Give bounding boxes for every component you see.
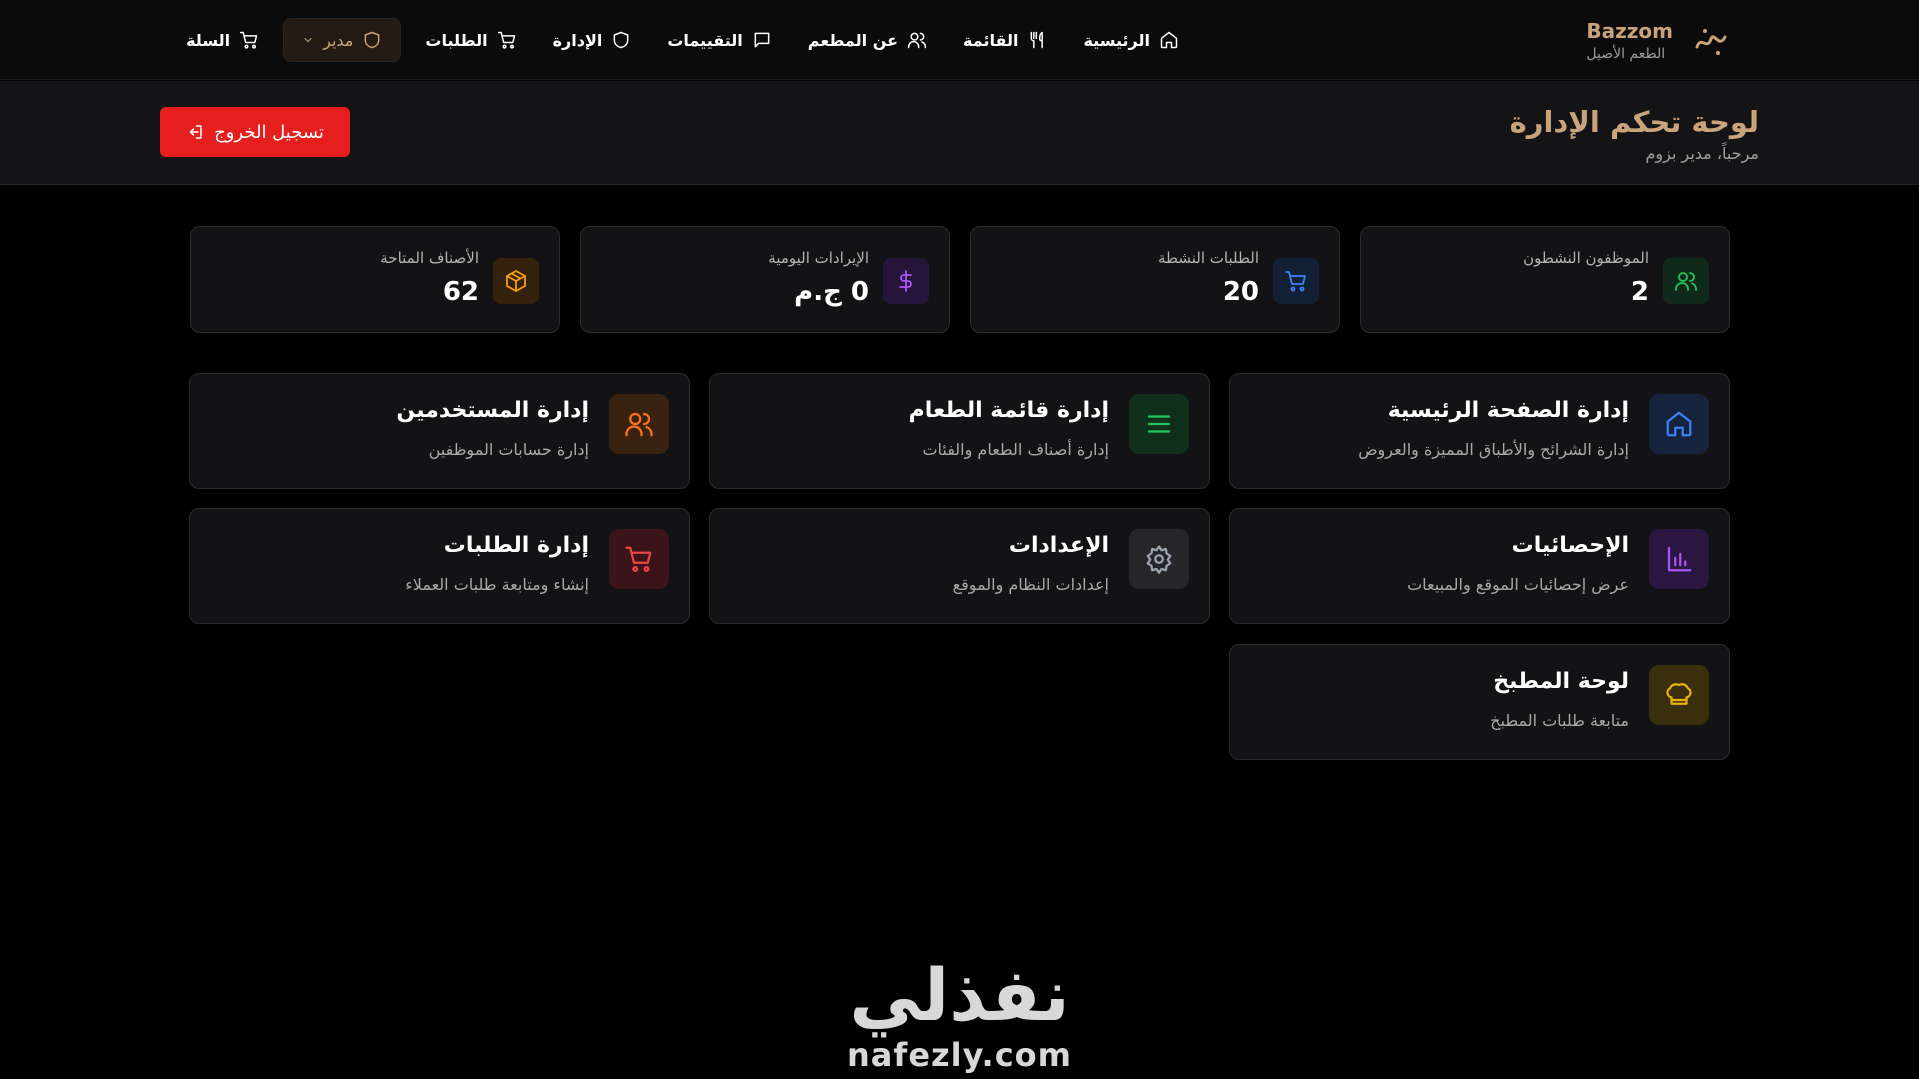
nav-menu[interactable]: القائمة xyxy=(945,18,1065,62)
role-label: مدير xyxy=(323,30,354,50)
card-description: إدارة الشرائح والأطباق المميزة والعروض xyxy=(1358,440,1629,459)
card-description: إعدادات النظام والموقع xyxy=(952,575,1109,594)
message-icon xyxy=(754,32,770,48)
card-title: إدارة الصفحة الرئيسية xyxy=(1387,398,1629,423)
nav-reviews-label: التقييمات xyxy=(667,30,743,50)
stat-value: 20 xyxy=(1222,277,1259,307)
card-orders-management[interactable]: إدارة الطلبات إنشاء ومتابعة طلبات العملا… xyxy=(189,508,690,624)
brand-name: Bazzom xyxy=(1586,19,1673,43)
card-kitchen-board[interactable]: لوحة المطبخ متابعة طلبات المطبخ xyxy=(1229,644,1730,760)
nav-menu-label: القائمة xyxy=(963,30,1019,50)
role-dropdown[interactable]: مدير xyxy=(283,18,402,62)
card-title: إدارة المستخدمين xyxy=(396,398,589,423)
home-icon xyxy=(1649,394,1709,454)
brand-logo xyxy=(1691,21,1731,61)
package-icon xyxy=(493,258,539,304)
cart-icon xyxy=(497,31,515,49)
stat-value: 2 xyxy=(1630,277,1649,307)
logout-icon xyxy=(189,125,202,139)
logout-label: تسجيل الخروج xyxy=(214,121,324,143)
card-users-management[interactable]: إدارة المستخدمين إدارة حسابات الموظفين xyxy=(189,373,690,489)
nav-home-label: الرئيسية xyxy=(1083,30,1151,50)
stat-available-items: الأصناف المتاحة 62 xyxy=(190,226,560,333)
nav-orders-label: الطلبات xyxy=(425,30,488,50)
nav-home[interactable]: الرئيسية xyxy=(1066,18,1198,62)
nav-cart[interactable]: السلة xyxy=(168,18,277,62)
brand-tagline: الطعم الأصيل xyxy=(1586,46,1666,62)
brand[interactable]: Bazzom الطعم الأصيل xyxy=(1586,16,1731,66)
cart-icon xyxy=(609,529,669,589)
stat-label: الطلبات النشطة xyxy=(1158,249,1259,267)
nav-cart-label: السلة xyxy=(186,30,231,50)
chef-hat-icon xyxy=(1649,665,1709,725)
cart-icon xyxy=(1273,258,1319,304)
card-description: إنشاء ومتابعة طلبات العملاء xyxy=(405,575,589,594)
nav-about[interactable]: عن المطعم xyxy=(790,18,945,62)
stat-active-employees: الموظفون النشطون 2 xyxy=(1360,226,1730,333)
utensils-icon xyxy=(1030,31,1043,49)
card-description: إدارة حسابات الموظفين xyxy=(428,440,589,459)
dashboard-header: لوحة تحكم الإدارة مرحباً، مدير بزوم تسجي… xyxy=(0,81,1919,185)
card-title: الإحصائيات xyxy=(1511,533,1629,558)
nav-reviews[interactable]: التقييمات xyxy=(649,18,789,62)
stat-label: الأصناف المتاحة xyxy=(380,249,479,267)
card-description: إدارة أصناف الطعام والفئات xyxy=(922,440,1109,459)
card-title: إدارة قائمة الطعام xyxy=(908,398,1109,423)
list-icon xyxy=(1129,394,1189,454)
bar-chart-icon xyxy=(1649,529,1709,589)
card-title: الإعدادات xyxy=(1008,533,1109,558)
dollar-icon xyxy=(883,258,929,304)
card-statistics[interactable]: الإحصائيات عرض إحصائيات الموقع والمبيعات xyxy=(1229,508,1730,624)
nav-orders[interactable]: الطلبات xyxy=(407,18,534,62)
nav-admin-label: الإدارة xyxy=(552,30,603,50)
stat-label: الإيرادات اليومية xyxy=(768,249,869,267)
shield-icon xyxy=(613,31,629,49)
stat-value: 0 ج.م xyxy=(794,277,869,307)
gear-icon xyxy=(1129,529,1189,589)
card-homepage-management[interactable]: إدارة الصفحة الرئيسية إدارة الشرائح والأ… xyxy=(1229,373,1730,489)
home-icon xyxy=(1160,31,1178,49)
card-settings[interactable]: الإعدادات إعدادات النظام والموقع xyxy=(709,508,1210,624)
stat-active-orders: الطلبات النشطة 20 xyxy=(970,226,1340,333)
top-navbar: Bazzom الطعم الأصيل الرئيسية القائمة عن … xyxy=(0,0,1919,80)
shield-icon xyxy=(364,31,380,49)
card-description: عرض إحصائيات الموقع والمبيعات xyxy=(1407,575,1629,594)
page-title: لوحة تحكم الإدارة xyxy=(1509,105,1759,139)
card-menu-management[interactable]: إدارة قائمة الطعام إدارة أصناف الطعام وا… xyxy=(709,373,1210,489)
card-description: متابعة طلبات المطبخ xyxy=(1490,711,1629,730)
watermark-arabic: نفذلي xyxy=(849,953,1070,1037)
users-icon xyxy=(907,32,927,49)
logout-button[interactable]: تسجيل الخروج xyxy=(160,107,350,157)
chevron-down-icon xyxy=(304,38,312,42)
card-title: إدارة الطلبات xyxy=(443,533,589,558)
welcome-text: مرحباً، مدير بزوم xyxy=(1645,144,1760,163)
users-icon xyxy=(609,394,669,454)
users-icon xyxy=(1663,258,1709,304)
nav-about-label: عن المطعم xyxy=(807,30,899,50)
stat-value: 62 xyxy=(442,277,479,307)
watermark-latin: nafezly.com xyxy=(847,1036,1072,1074)
nav-admin[interactable]: الإدارة xyxy=(535,18,650,62)
card-title: لوحة المطبخ xyxy=(1493,669,1629,694)
cart-icon xyxy=(240,31,258,49)
stat-label: الموظفون النشطون xyxy=(1523,249,1649,267)
main-nav: الرئيسية القائمة عن المطعم التقييمات الإ… xyxy=(168,18,1197,62)
watermark: نفذلي nafezly.com xyxy=(0,955,1919,1075)
stat-daily-revenue: الإيرادات اليومية 0 ج.م xyxy=(580,226,950,333)
